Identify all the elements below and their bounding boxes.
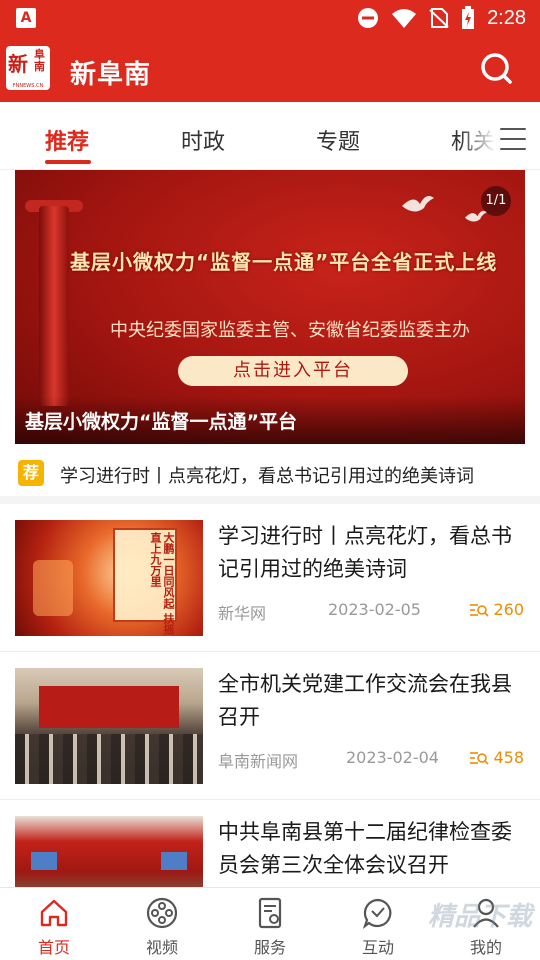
tab-topics[interactable]: 专题 — [316, 124, 360, 156]
article-thumbnail — [15, 668, 203, 784]
dove-icon — [402, 196, 434, 212]
list-item[interactable]: 全市机关党建工作交流会在我县召开 阜南新闻网 2023-02-04 458 — [0, 652, 540, 800]
article-title: 学习进行时丨点亮花灯，看总书记引用过的绝美诗词 — [218, 524, 512, 581]
no-sim-icon — [429, 8, 449, 28]
recommend-text: 学习进行时丨点亮花灯，看总书记引用过的绝美诗词 — [60, 466, 474, 487]
recommend-headline[interactable]: 荐 学习进行时丨点亮花灯，看总书记引用过的绝美诗词 — [0, 444, 540, 504]
nav-service[interactable]: 服务 — [230, 896, 310, 958]
article-views: 260 — [469, 600, 524, 619]
banner-page-counter: 1/1 — [481, 186, 511, 216]
article-meta: 阜南新闻网 2023-02-04 458 — [218, 748, 524, 771]
battery-charging-icon — [462, 6, 475, 29]
app-notification-icon: A — [16, 8, 36, 28]
enter-platform-button[interactable]: 点击进入平台 — [178, 356, 408, 386]
search-icon — [481, 53, 512, 84]
nav-video[interactable]: 视频 — [122, 896, 202, 958]
service-document-icon — [258, 897, 282, 929]
channel-tabs: 推荐 时政 专题 机关 — [0, 102, 540, 170]
menu-icon — [500, 128, 526, 150]
app-bar: 新 阜南 FNNEWS.CN 新阜南 — [0, 36, 540, 102]
article-views: 458 — [469, 748, 524, 767]
do-not-disturb-icon — [358, 8, 379, 28]
lantern-text: 大鹏一日同风起 扶摇直上九万里 — [149, 532, 175, 635]
article-date: 2023-02-04 — [346, 748, 439, 767]
film-reel-icon — [146, 897, 178, 929]
article-title: 全市机关党建工作交流会在我县召开 — [218, 672, 512, 729]
banner-caption: 基层小微权力“监督一点通”平台 — [25, 411, 297, 433]
status-icons: 2:28 — [357, 0, 526, 36]
view-count: 458 — [493, 748, 524, 767]
recommend-badge: 荐 — [18, 460, 44, 486]
tab-recommend[interactable]: 推荐 — [45, 124, 89, 156]
list-item[interactable]: 大鹏一日同风起 扶摇直上九万里 学习进行时丨点亮花灯，看总书记引用过的绝美诗词 … — [0, 504, 540, 652]
article-thumbnail: 大鹏一日同风起 扶摇直上九万里 — [15, 520, 203, 636]
active-tab-indicator — [45, 160, 91, 164]
article-date: 2023-02-05 — [328, 600, 421, 619]
app-logo: 新 阜南 FNNEWS.CN — [6, 46, 50, 90]
tab-politics[interactable]: 时政 — [181, 124, 225, 156]
app-title: 新阜南 — [70, 60, 152, 90]
banner-headline: 基层小微权力“监督一点通”平台全省正式上线 — [70, 250, 498, 274]
home-icon — [40, 899, 68, 927]
status-bar: A 2:28 — [0, 0, 540, 36]
nav-interact[interactable]: 互动 — [338, 896, 418, 958]
nav-home[interactable]: 首页 — [14, 896, 94, 958]
wifi-icon — [392, 9, 417, 28]
clock: 2:28 — [487, 6, 526, 29]
chat-bubble-icon — [362, 898, 392, 929]
view-count-icon — [470, 751, 490, 765]
article-title: 中共阜南县第十二届纪律检查委员会第三次全体会议召开 — [218, 820, 512, 877]
banner-carousel[interactable]: 基层小微权力“监督一点通”平台全省正式上线 中央纪委国家监委主管、安徽省纪委监委… — [15, 170, 525, 444]
article-source: 新华网 — [218, 604, 267, 623]
article-meta: 新华网 2023-02-05 260 — [218, 600, 524, 623]
channel-menu-button[interactable] — [500, 128, 526, 150]
search-button[interactable] — [478, 50, 518, 90]
view-count: 260 — [493, 600, 524, 619]
view-count-icon — [470, 603, 490, 617]
huabiao-column-decoration — [39, 206, 69, 406]
watermark: 精品下载 — [427, 902, 532, 932]
article-source: 阜南新闻网 — [218, 752, 299, 771]
banner-subtitle: 中央纪委国家监委主管、安徽省纪委监委主办 — [110, 320, 470, 341]
